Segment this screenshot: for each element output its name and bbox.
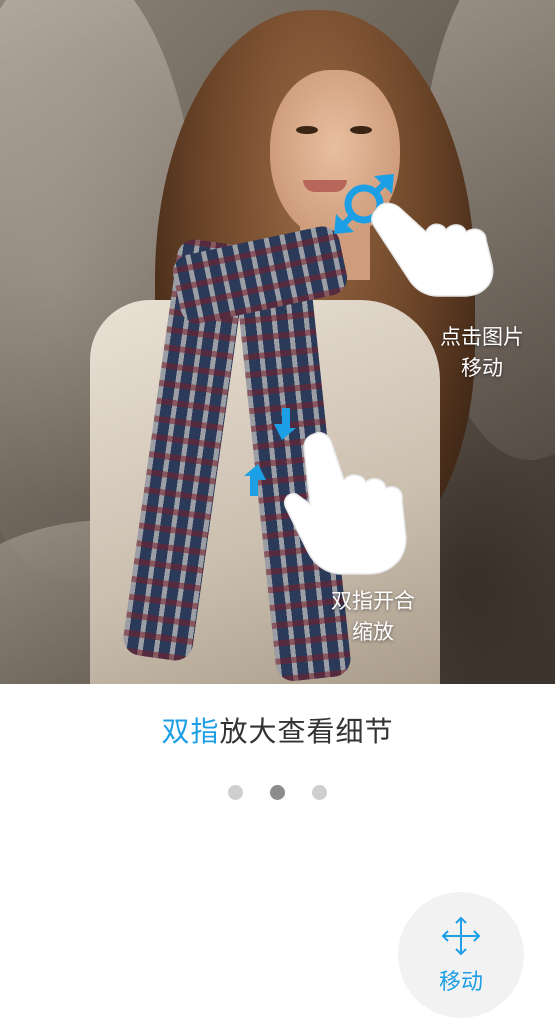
- move-button[interactable]: 移动: [398, 892, 524, 1018]
- tap-hint-line2: 移动: [461, 356, 503, 380]
- pinch-hint-line1: 双指开合: [331, 589, 415, 613]
- tap-hint-text: 点击图片 移动: [418, 322, 546, 384]
- page-dot[interactable]: [270, 785, 285, 800]
- model-eye-right: [350, 126, 372, 134]
- page-dot[interactable]: [312, 785, 327, 800]
- page-dot[interactable]: [228, 785, 243, 800]
- move-button-label: 移动: [438, 970, 483, 995]
- move-arrows-icon: [441, 916, 481, 956]
- model-eye-left: [296, 126, 318, 134]
- tutorial-caption: 双指放大查看细节: [0, 710, 555, 750]
- tap-hand-icon: [371, 202, 494, 297]
- tutorial-photo[interactable]: 点击图片 移动 双指开合 缩放: [0, 0, 555, 684]
- tap-hint-line1: 点击图片: [440, 325, 524, 349]
- caption-rest: 放大查看细节: [219, 715, 394, 748]
- page-indicator: [0, 785, 555, 800]
- caption-accent: 双指: [161, 715, 220, 748]
- pinch-hint-text: 双指开合 缩放: [308, 586, 438, 648]
- pinch-hint-line2: 缩放: [352, 620, 394, 644]
- pinch-hand-icon: [284, 432, 407, 575]
